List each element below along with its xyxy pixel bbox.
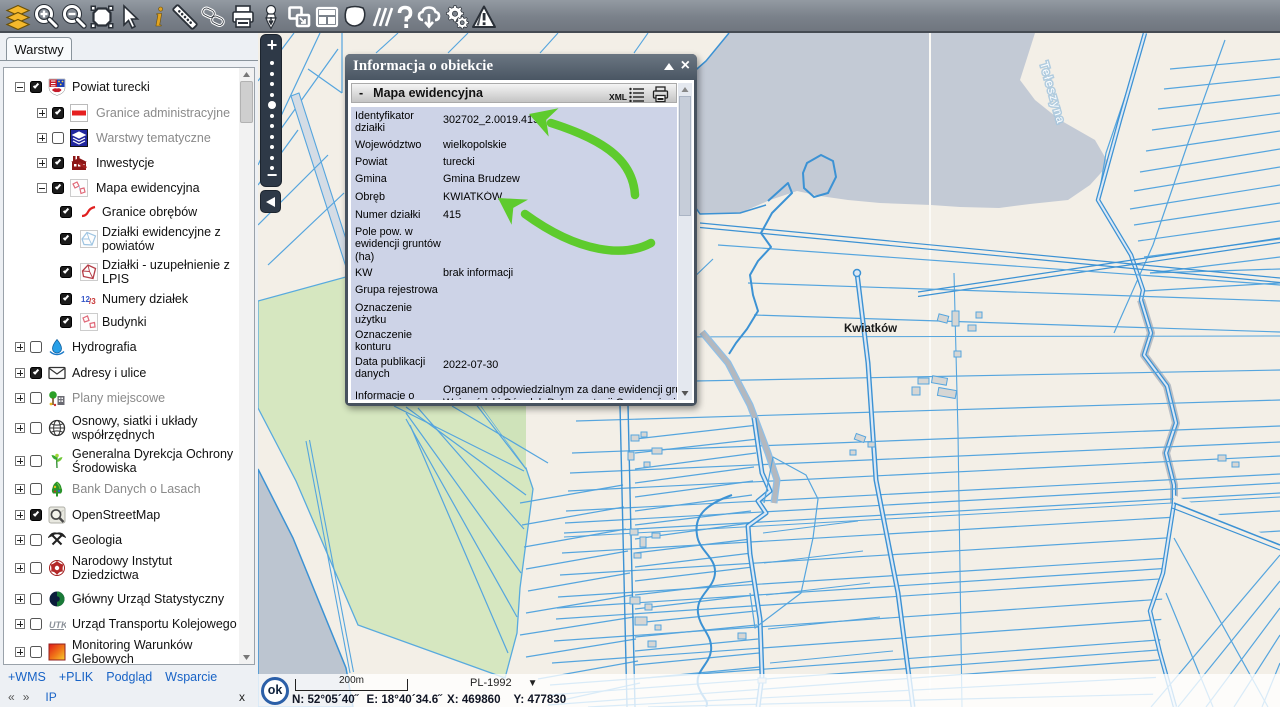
svg-text:UTK: UTK: [49, 620, 66, 630]
svg-text:i: i: [155, 4, 163, 30]
svg-text:/3: /3: [89, 297, 96, 306]
svg-text:Kwiatków: Kwiatków: [844, 323, 897, 335]
